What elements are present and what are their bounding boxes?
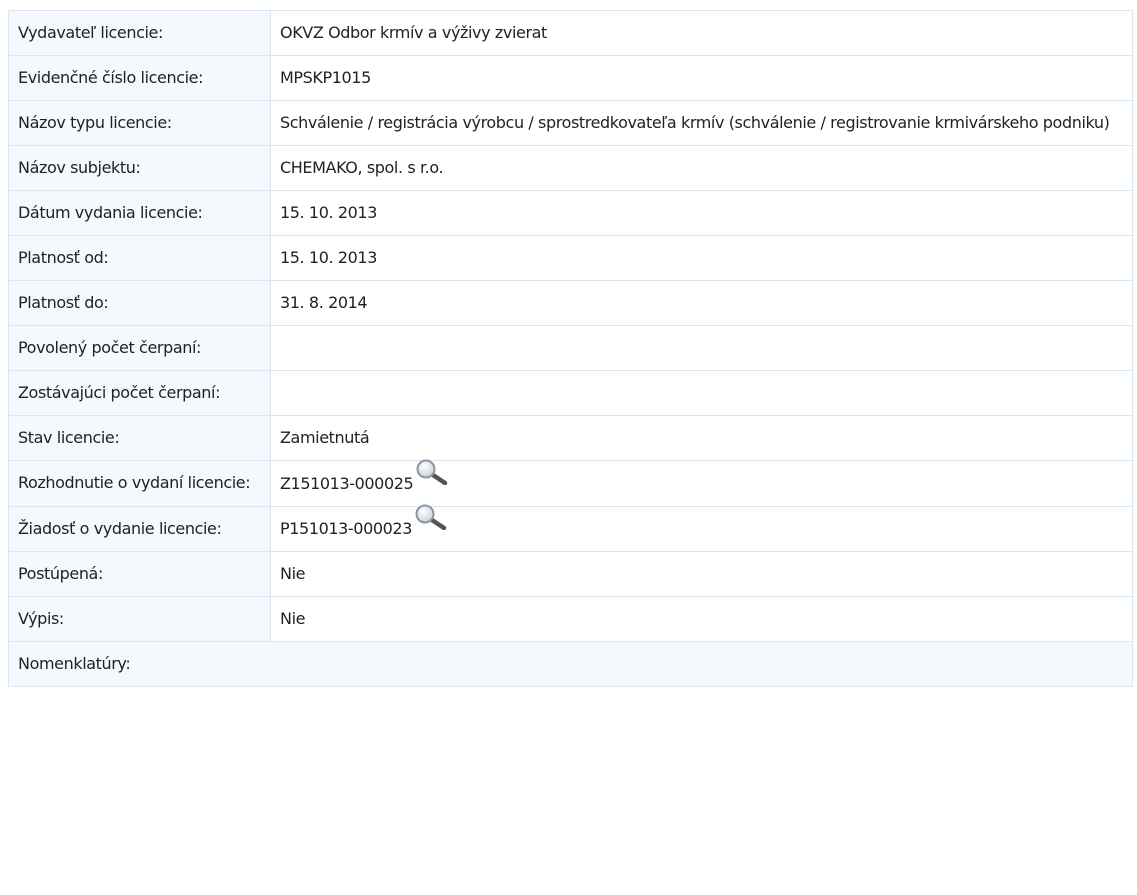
issuer-label: Vydavateľ licencie: [8, 10, 271, 56]
extract-label: Výpis: [8, 596, 271, 642]
row-extract: Výpis: Nie [8, 596, 1133, 642]
row-license-status: Stav licencie: Zamietnutá [8, 415, 1133, 461]
row-license-number: Evidenčné číslo licencie: MPSKP1015 [8, 55, 1133, 101]
assigned-label: Postúpená: [8, 551, 271, 597]
valid-to-label: Platnosť do: [8, 280, 271, 326]
license-detail-table: Vydavateľ licencie: OKVZ Odbor krmív a v… [8, 10, 1133, 687]
nomenclatures-label: Nomenklatúry: [8, 641, 1133, 687]
row-request: Žiadosť o vydanie licencie: P151013-0000… [8, 504, 1133, 552]
subject-name-label: Názov subjektu: [8, 145, 271, 191]
license-status-value: Zamietnutá [270, 415, 1133, 461]
license-number-label: Evidenčné číslo licencie: [8, 55, 271, 101]
valid-from-value: 15. 10. 2013 [270, 235, 1133, 281]
decision-cell: Z151013-000025 [270, 459, 1133, 507]
license-type-label: Názov typu licencie: [8, 100, 271, 146]
assigned-value: Nie [270, 551, 1133, 597]
allowed-draws-label: Povolený počet čerpaní: [8, 325, 271, 371]
valid-to-value: 31. 8. 2014 [270, 280, 1133, 326]
remaining-draws-value [270, 370, 1133, 416]
row-allowed-draws: Povolený počet čerpaní: [8, 325, 1133, 371]
valid-from-label: Platnosť od: [8, 235, 271, 281]
row-remaining-draws: Zostávajúci počet čerpaní: [8, 370, 1133, 416]
issue-date-label: Dátum vydania licencie: [8, 190, 271, 236]
row-valid-from: Platnosť od: 15. 10. 2013 [8, 235, 1133, 281]
magnifier-icon[interactable] [413, 504, 447, 530]
license-number-value: MPSKP1015 [270, 55, 1133, 101]
row-issuer: Vydavateľ licencie: OKVZ Odbor krmív a v… [8, 10, 1133, 56]
request-cell: P151013-000023 [270, 504, 1133, 552]
row-issue-date: Dátum vydania licencie: 15. 10. 2013 [8, 190, 1133, 236]
request-label: Žiadosť o vydanie licencie: [8, 505, 271, 552]
row-subject-name: Názov subjektu: CHEMAKO, spol. s r.o. [8, 145, 1133, 191]
request-code: P151013-000023 [280, 519, 412, 538]
row-nomenclatures: Nomenklatúry: [8, 641, 1133, 687]
decision-label: Rozhodnutie o vydaní licencie: [8, 460, 271, 507]
license-status-label: Stav licencie: [8, 415, 271, 461]
extract-value: Nie [270, 596, 1133, 642]
decision-code: Z151013-000025 [280, 473, 414, 493]
row-valid-to: Platnosť do: 31. 8. 2014 [8, 280, 1133, 326]
issue-date-value: 15. 10. 2013 [270, 190, 1133, 236]
row-decision: Rozhodnutie o vydaní licencie: Z151013-0… [8, 459, 1133, 507]
remaining-draws-label: Zostávajúci počet čerpaní: [8, 370, 271, 416]
issuer-value: OKVZ Odbor krmív a výživy zvierat [270, 10, 1133, 56]
row-assigned: Postúpená: Nie [8, 551, 1133, 597]
license-type-value: Schválenie / registrácia výrobcu / spros… [270, 100, 1133, 146]
allowed-draws-value [270, 325, 1133, 371]
subject-name-value: CHEMAKO, spol. s r.o. [270, 145, 1133, 191]
row-license-type: Názov typu licencie: Schválenie / regist… [8, 100, 1133, 146]
magnifier-icon[interactable] [414, 459, 448, 485]
